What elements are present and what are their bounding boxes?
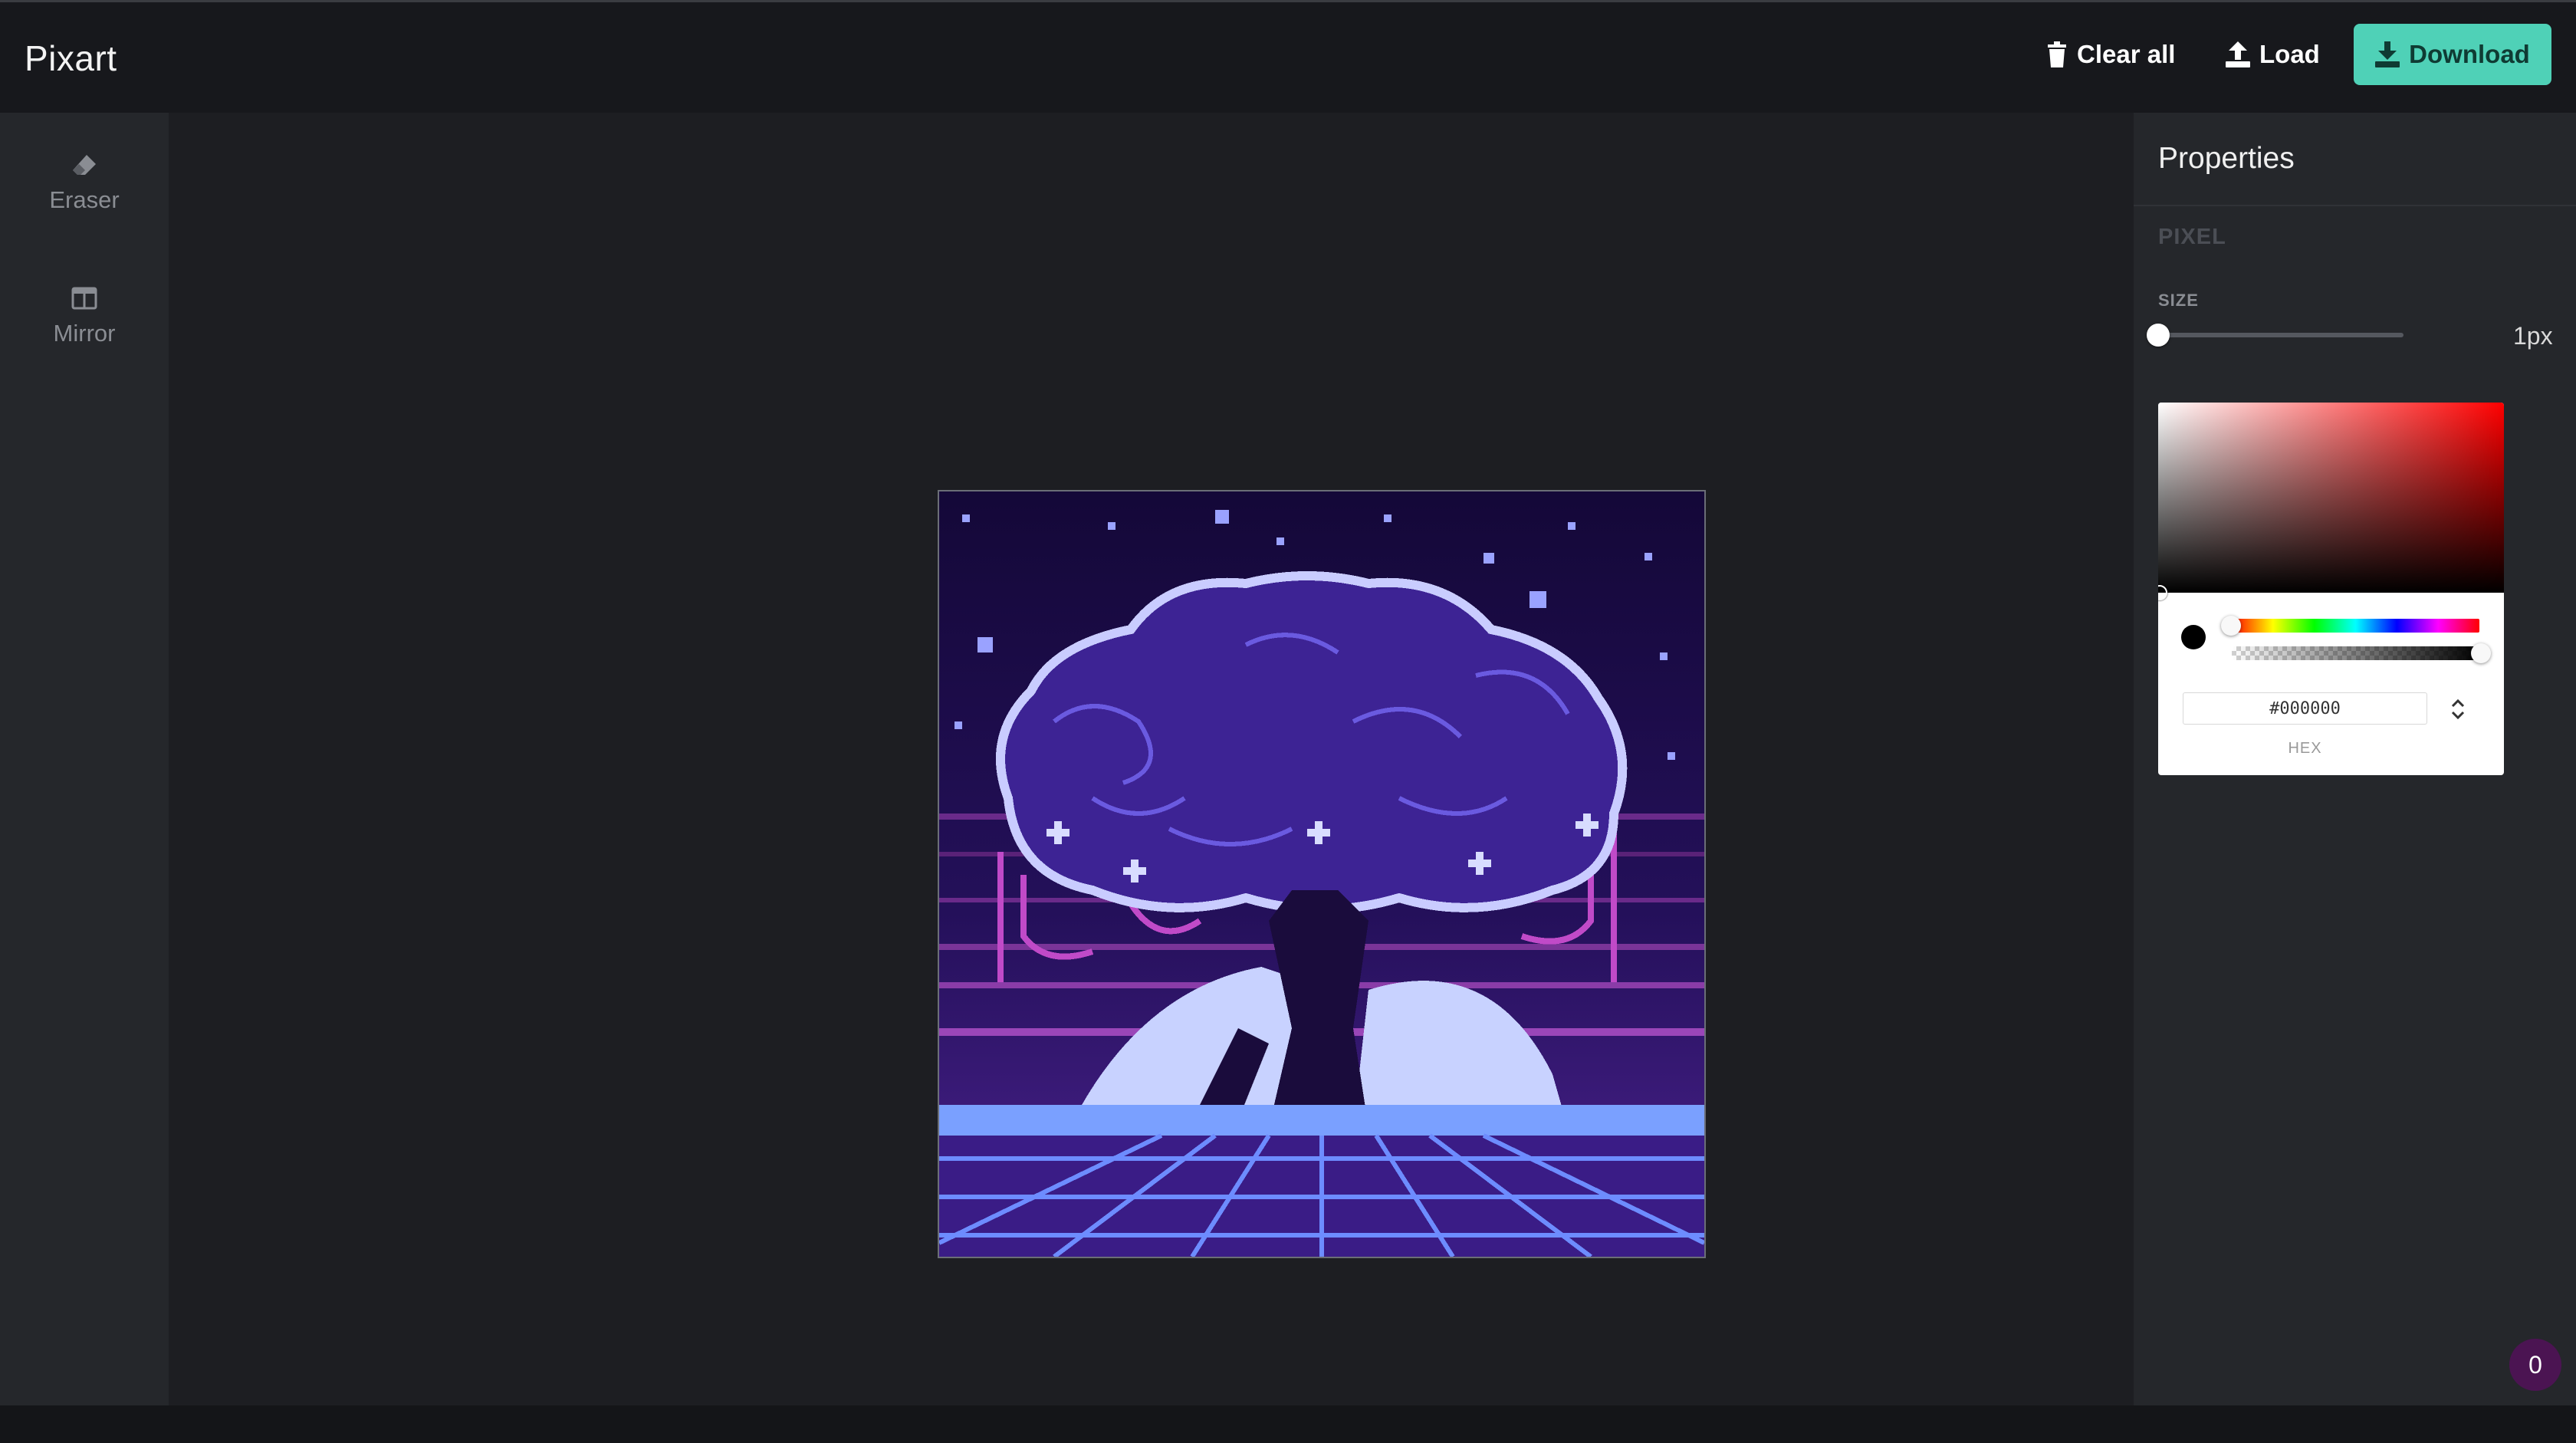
download-button[interactable]: Download — [2354, 24, 2551, 85]
clear-all-label: Clear all — [2077, 40, 2176, 68]
properties-title: Properties — [2158, 142, 2295, 175]
hue-slider[interactable] — [2232, 619, 2479, 633]
saturation-area[interactable] — [2158, 403, 2504, 593]
upload-icon — [2226, 41, 2250, 67]
size-label: SIZE — [2158, 291, 2199, 310]
mirror-tool[interactable]: Mirror — [0, 283, 169, 347]
app-header: Pixart Clear all Load Download — [0, 2, 2576, 113]
eraser-tool[interactable]: Eraser — [0, 150, 169, 214]
mirror-label: Mirror — [53, 320, 116, 347]
pixel-section-title: PIXEL — [2158, 225, 2226, 249]
download-label: Download — [2409, 40, 2530, 68]
tools-sidebar: Eraser Mirror — [0, 113, 169, 1405]
footer-bar — [0, 1405, 2576, 1443]
load-label: Load — [2259, 40, 2320, 68]
app-title: Pixart — [25, 38, 117, 78]
load-button[interactable]: Load — [2226, 24, 2320, 85]
hex-label: HEX — [2288, 740, 2322, 757]
properties-panel: Properties PIXEL SIZE HEX — [2134, 113, 2576, 1405]
eraser-label: Eraser — [49, 186, 120, 213]
clear-all-button[interactable]: Clear all — [2046, 24, 2175, 85]
format-toggle-icon[interactable] — [2446, 694, 2469, 725]
current-color-swatch — [2181, 625, 2206, 649]
color-picker: HEX — [2158, 403, 2504, 775]
panel-divider — [2134, 205, 2576, 206]
download-icon — [2375, 41, 2400, 67]
alpha-slider-thumb[interactable] — [2471, 643, 2491, 663]
mirror-icon — [71, 283, 97, 314]
eraser-icon — [71, 150, 97, 180]
trash-icon — [2046, 41, 2068, 67]
size-slider-thumb[interactable] — [2147, 324, 2170, 347]
hue-slider-thumb[interactable] — [2221, 616, 2241, 636]
pixel-art-canvas[interactable] — [938, 490, 1706, 1258]
size-slider-track[interactable] — [2158, 333, 2404, 337]
hex-input[interactable] — [2183, 692, 2427, 725]
notification-badge[interactable]: 0 — [2509, 1339, 2561, 1391]
size-value: 1px — [2513, 322, 2553, 350]
alpha-slider[interactable] — [2232, 646, 2479, 660]
canvas-area — [169, 113, 2134, 1405]
